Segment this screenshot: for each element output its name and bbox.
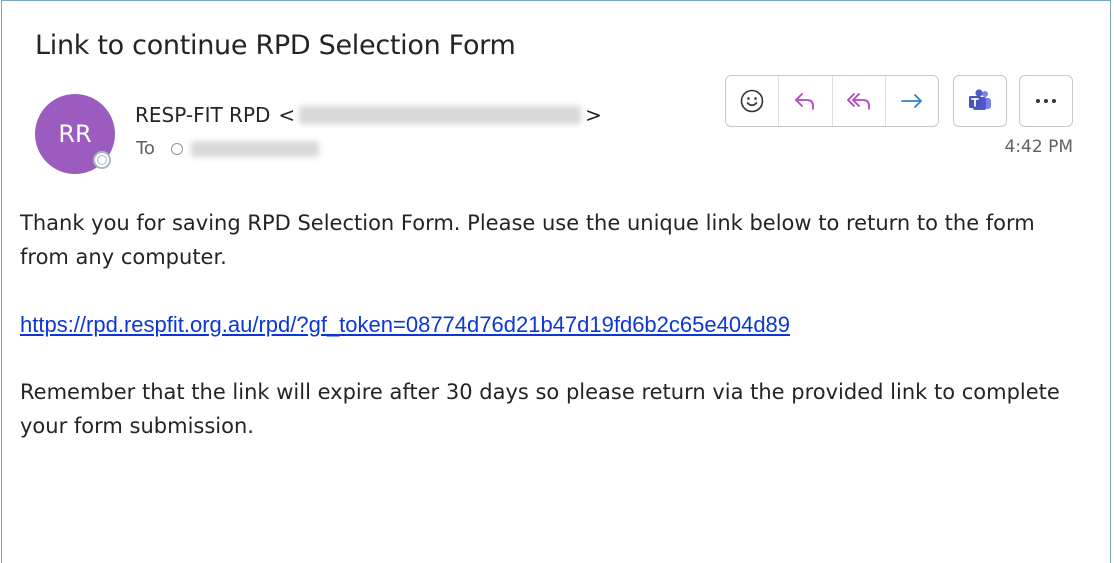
reply-icon (795, 93, 815, 110)
recipient-name-redacted[interactable] (190, 140, 319, 157)
teams-button[interactable] (953, 75, 1007, 127)
to-label: To (136, 138, 155, 159)
reply-button[interactable] (779, 76, 833, 126)
reply-all-icon (846, 93, 870, 110)
recipient-presence-icon (170, 142, 183, 155)
sender-bracket-close: > (585, 103, 602, 127)
message-actions-group (725, 75, 939, 127)
body-paragraph-1: Thank you for saving RPD Selection Form.… (20, 211, 1035, 269)
avatar-initials: RR (58, 120, 92, 148)
reply-all-button[interactable] (833, 76, 886, 126)
forward-button[interactable] (886, 76, 938, 126)
sender-email-redacted (299, 106, 582, 124)
react-button[interactable] (726, 76, 780, 126)
teams-icon (969, 89, 991, 110)
body-paragraph-2: Remember that the link will expire after… (20, 380, 1060, 438)
continue-form-link[interactable]: https://rpd.respfit.org.au/rpd/?gf_token… (20, 308, 1070, 342)
recipient-line: To (136, 138, 319, 159)
sender-name: RESP-FIT RPD (135, 103, 271, 127)
emoji-icon (740, 89, 764, 113)
sender-line[interactable]: RESP-FIT RPD < > (135, 103, 602, 127)
email-subject: Link to continue RPD Selection Form (35, 30, 516, 61)
message-body: Thank you for saving RPD Selection Form.… (20, 206, 1070, 443)
presence-status-icon (93, 151, 111, 169)
sender-bracket-open: < (278, 103, 296, 127)
received-time: 4:42 PM (1004, 137, 1074, 157)
more-icon (1036, 99, 1056, 103)
forward-icon (900, 94, 922, 108)
more-actions-button[interactable] (1019, 75, 1073, 127)
